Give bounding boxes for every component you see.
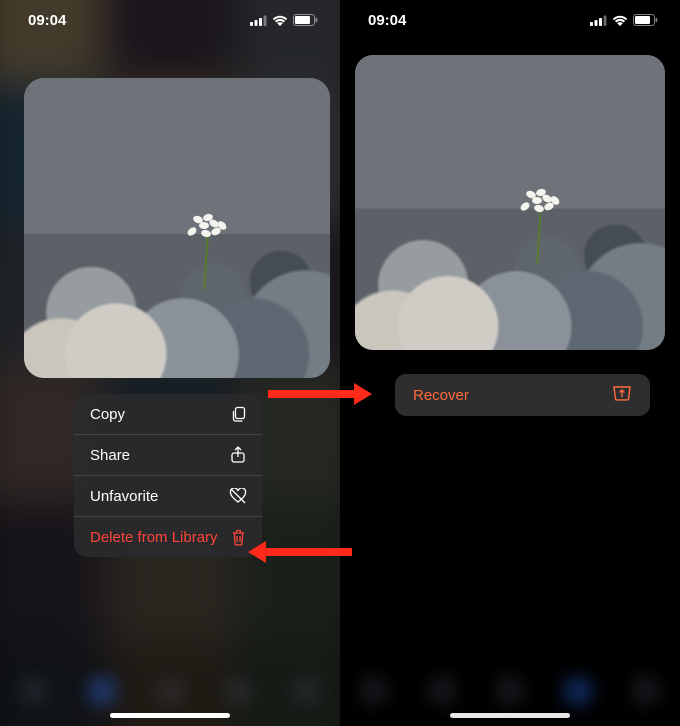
status-time: 09:04	[368, 12, 406, 29]
menu-item-copy[interactable]: Copy	[74, 394, 262, 435]
cellular-signal-icon	[590, 15, 607, 26]
annotation-arrow-left	[264, 548, 352, 556]
menu-label: Share	[90, 447, 130, 464]
recover-tray-icon	[612, 385, 632, 405]
recover-button[interactable]: Recover	[395, 374, 650, 416]
cellular-signal-icon	[250, 15, 267, 26]
heart-slash-icon	[229, 487, 247, 505]
menu-label: Delete from Library	[90, 529, 218, 546]
wifi-icon	[272, 15, 288, 26]
context-menu: Copy Share Unfavorite Delete from Librar…	[74, 394, 262, 557]
photo-preview[interactable]	[24, 78, 330, 378]
annotation-arrow-right	[268, 390, 356, 398]
status-bar: 09:04	[0, 0, 340, 40]
home-indicator[interactable]	[450, 713, 570, 718]
wifi-icon	[612, 15, 628, 26]
copy-icon	[229, 405, 247, 423]
share-icon	[229, 446, 247, 464]
photo-content-flower	[510, 179, 570, 239]
status-bar: 09:04	[340, 0, 680, 40]
home-indicator[interactable]	[110, 713, 230, 718]
menu-item-unfavorite[interactable]: Unfavorite	[74, 476, 262, 517]
status-icons	[590, 14, 658, 26]
menu-label: Copy	[90, 406, 125, 423]
status-icons	[250, 14, 318, 26]
trash-icon	[229, 528, 247, 546]
phone-screen-left: 09:04 Copy	[0, 0, 340, 726]
photo-preview[interactable]	[355, 55, 665, 350]
battery-icon	[633, 14, 658, 26]
photo-content-flower	[177, 204, 237, 264]
menu-label: Unfavorite	[90, 488, 158, 505]
battery-icon	[293, 14, 318, 26]
phone-screen-right: 09:04 Recover	[340, 0, 680, 726]
menu-item-delete-from-library[interactable]: Delete from Library	[74, 517, 262, 557]
recover-label: Recover	[413, 387, 469, 404]
menu-item-share[interactable]: Share	[74, 435, 262, 476]
status-time: 09:04	[28, 12, 66, 29]
